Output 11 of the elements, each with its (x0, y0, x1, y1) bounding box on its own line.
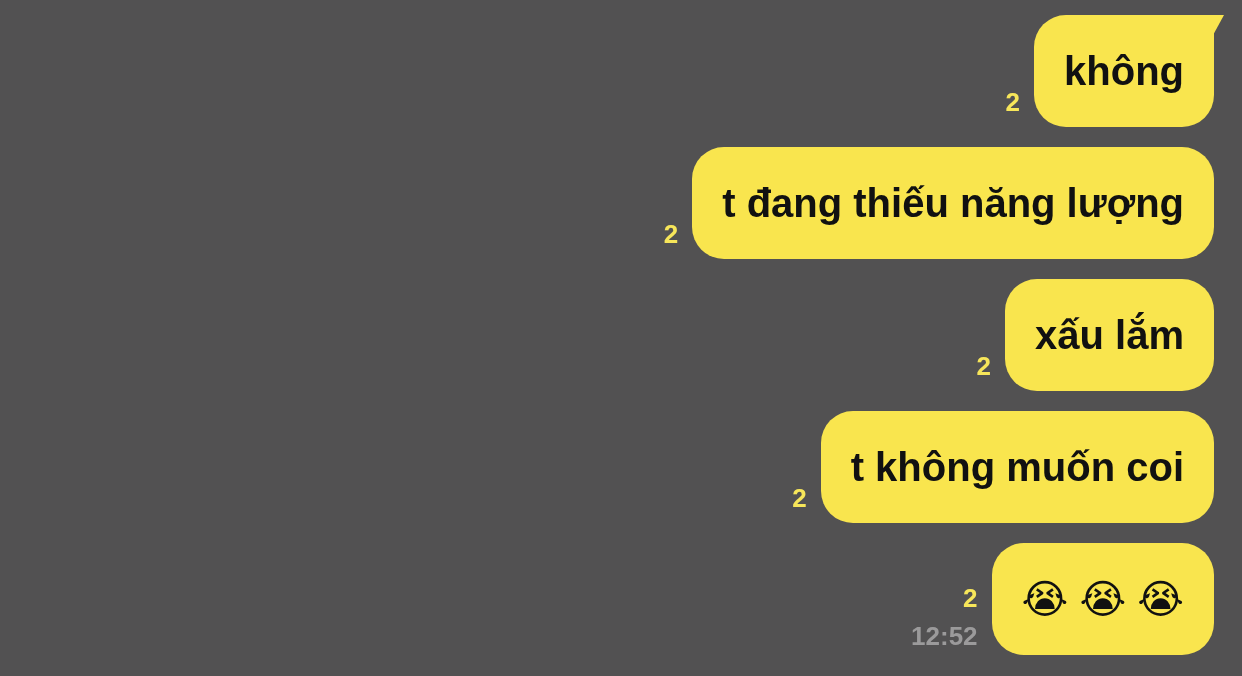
message-bubble[interactable]: không (1034, 15, 1214, 127)
unread-count: 2 (663, 219, 679, 251)
message-bubble[interactable]: t không muốn coi (820, 411, 1214, 523)
message-bubble[interactable]: t đang thiếu năng lượng (692, 147, 1214, 259)
message-bubble[interactable]: 😭 😭 😭 (991, 543, 1214, 655)
unread-count: 2 (1005, 87, 1020, 119)
unread-count: 2 (963, 583, 978, 615)
unread-count: 2 (792, 483, 807, 515)
message-time: 12:52 (911, 621, 978, 651)
unread-count: 2 (976, 351, 992, 383)
message-bubble[interactable]: xấu lắm (1005, 279, 1214, 391)
